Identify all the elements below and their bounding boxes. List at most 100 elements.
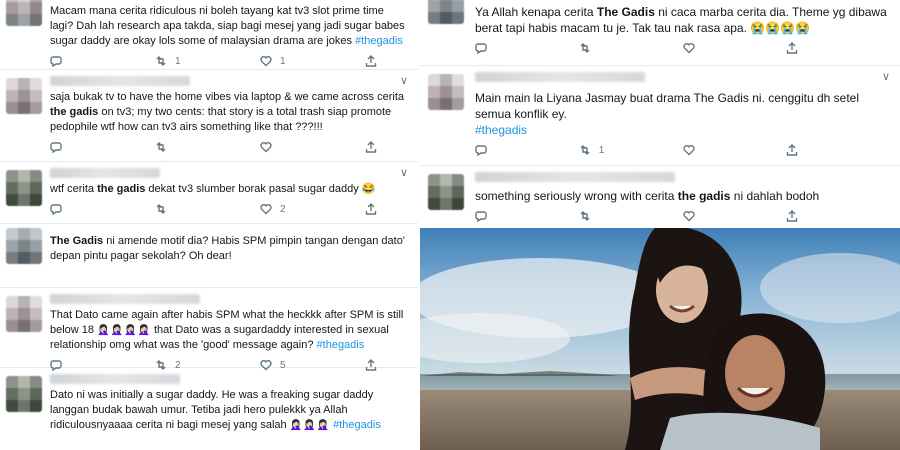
retweet-button[interactable]: 1 (155, 55, 260, 67)
reply-button[interactable] (50, 203, 155, 215)
tweet[interactable]: That Dato came again after habis SPM wha… (0, 288, 418, 371)
hashtag-link[interactable]: #thegadis (317, 339, 365, 351)
highlight-keyword: The Gadis (596, 5, 655, 19)
chevron-down-icon[interactable]: ∨ (400, 74, 408, 87)
share-button[interactable] (365, 55, 385, 67)
emoji: 🤦🏻‍♀️🤦🏻‍♀️🤦🏻‍♀️🤦🏻‍♀️ (97, 325, 151, 336)
tweet-actions: 1 1 (50, 53, 408, 69)
like-button[interactable] (682, 144, 787, 156)
promo-photo (420, 228, 900, 450)
highlight-keyword: The Gadis (50, 235, 104, 247)
tweet-text: That Dato came again after habis SPM wha… (50, 308, 408, 353)
avatar[interactable] (6, 78, 42, 114)
face-front (725, 335, 785, 411)
tweet[interactable]: Dato ni was initially a sugar daddy. He … (0, 368, 418, 450)
text-segment: ni dahlah bodoh (730, 189, 820, 203)
text-segment: something seriously wrong with cerita (475, 189, 678, 203)
reply-button[interactable] (475, 42, 579, 54)
reply-icon (50, 204, 62, 215)
avatar[interactable] (428, 174, 464, 210)
share-button[interactable] (365, 203, 385, 215)
reply-icon (50, 142, 62, 153)
like-count: 1 (280, 55, 286, 67)
username-redacted (50, 76, 190, 86)
tweet[interactable]: The Gadis ni amende motif dia? Habis SPM… (0, 224, 418, 288)
username-redacted (50, 168, 160, 178)
retweet-button[interactable] (155, 141, 260, 153)
avatar[interactable] (6, 228, 42, 264)
text-segment: 😂 (361, 183, 376, 195)
tweet-text: Macam mana cerita ridiculous ni boleh ta… (50, 4, 408, 49)
text-segment: Ya Allah kenapa cerita (475, 5, 597, 19)
heart-icon (682, 145, 695, 156)
retweet-button[interactable] (155, 203, 260, 215)
heart-icon (682, 211, 695, 222)
hashtag-link[interactable]: #thegadis (475, 123, 527, 137)
tweet-text: Ya Allah kenapa cerita The Gadis ni caca… (475, 4, 890, 36)
avatar[interactable] (6, 0, 42, 26)
share-icon (787, 144, 798, 156)
chevron-down-icon[interactable]: ∨ (882, 70, 890, 83)
tweet-text: something seriously wrong with cerita th… (475, 188, 890, 204)
hashtag-link[interactable]: #thegadis (355, 35, 403, 47)
retweet-icon (156, 142, 166, 152)
share-icon (365, 55, 377, 67)
heart-icon (260, 204, 272, 215)
reply-icon (475, 145, 487, 156)
like-button[interactable]: 2 (260, 203, 365, 215)
tweet[interactable]: ∨ saja bukak tv to have the home vibes v… (0, 70, 418, 162)
text-segment: on tv3; my two cents: that story is a to… (50, 106, 392, 133)
share-icon (365, 203, 377, 215)
retweet-button[interactable] (579, 42, 683, 54)
like-button[interactable] (260, 141, 365, 153)
text-segment: Macam mana cerita ridiculous ni boleh ta… (50, 5, 405, 47)
reply-button[interactable] (50, 55, 155, 67)
avatar[interactable] (6, 376, 42, 412)
reply-button[interactable] (475, 144, 579, 156)
tweet[interactable]: ∨ wtf cerita the gadis dekat tv3 slumber… (0, 162, 418, 224)
reply-button[interactable] (475, 210, 579, 222)
text-segment: ni amende motif dia? Habis SPM pimpin ta… (50, 235, 405, 262)
avatar[interactable] (428, 0, 464, 24)
tweet-text: The Gadis ni amende motif dia? Habis SPM… (50, 234, 408, 264)
retweet-button[interactable]: 1 (579, 144, 683, 156)
tweet[interactable]: ∨ Main main la Liyana Jasmay buat drama … (420, 66, 900, 166)
chevron-down-icon[interactable]: ∨ (400, 166, 408, 179)
tweet-text: Main main la Liyana Jasmay buat drama Th… (475, 90, 890, 138)
tweet-text: Dato ni was initially a sugar daddy. He … (50, 388, 408, 433)
tweet[interactable]: Macam mana cerita ridiculous ni boleh ta… (0, 0, 418, 70)
text-segment: Main main la Liyana Jasmay buat drama Th… (475, 91, 859, 121)
username-redacted (50, 294, 200, 304)
right-tweet-column: Ya Allah kenapa cerita The Gadis ni caca… (420, 0, 900, 228)
like-button[interactable] (682, 42, 787, 54)
share-button[interactable] (786, 144, 890, 156)
left-tweet-column: Macam mana cerita ridiculous ni boleh ta… (0, 0, 418, 450)
username-redacted (475, 72, 645, 82)
retweet-icon (156, 204, 166, 214)
retweet-icon (580, 145, 590, 155)
share-icon (787, 210, 798, 222)
avatar[interactable] (6, 170, 42, 206)
text-segment: dekat tv3 slumber borak pasal sugar dadd… (145, 183, 362, 195)
highlight-keyword: the gadis (677, 189, 731, 203)
like-button[interactable]: 1 (260, 55, 365, 67)
avatar[interactable] (6, 296, 42, 332)
share-button[interactable] (786, 42, 890, 54)
reply-icon (475, 43, 487, 54)
share-button[interactable] (365, 141, 385, 153)
reply-button[interactable] (50, 141, 155, 153)
share-button[interactable] (786, 210, 890, 222)
heart-icon (260, 142, 272, 153)
avatar[interactable] (428, 74, 464, 110)
username-redacted (50, 374, 180, 384)
tweet[interactable]: Ya Allah kenapa cerita The Gadis ni caca… (420, 0, 900, 66)
hashtag-link[interactable]: #thegadis (333, 419, 381, 431)
username-redacted (475, 172, 675, 182)
retweet-button[interactable] (579, 210, 683, 222)
like-button[interactable] (682, 210, 787, 222)
retweet-count: 1 (175, 55, 181, 67)
tweet[interactable]: something seriously wrong with cerita th… (420, 166, 900, 228)
photo-illustration (420, 228, 900, 450)
retweet-icon (156, 56, 166, 66)
retweet-icon (580, 211, 590, 221)
